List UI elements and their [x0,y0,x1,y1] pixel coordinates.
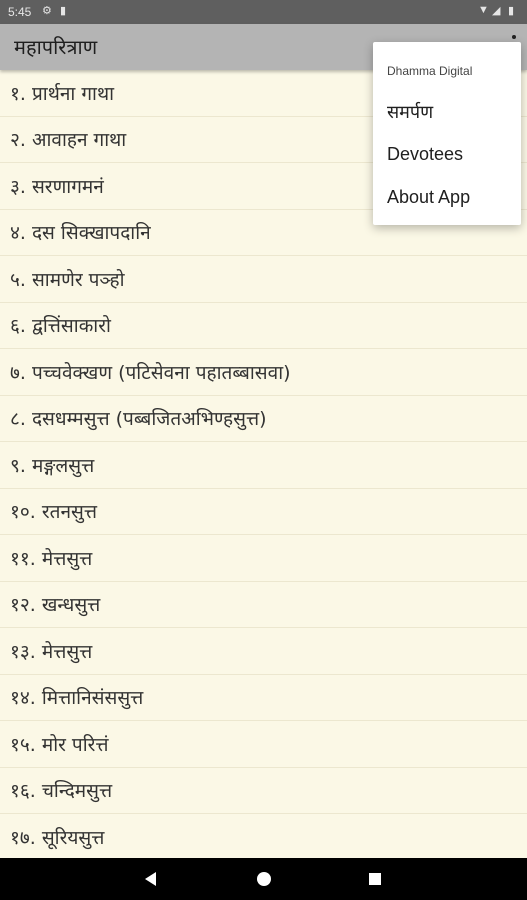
list-item[interactable]: ७. पच्चवेक्खण (पटिसेवना पहातब्बासवा) [0,349,527,396]
list-item[interactable]: १३. मेत्तसुत्त [0,628,527,675]
sd-card-icon: ▮ [60,5,67,17]
list-item[interactable]: १४. मित्तानिसंससुत्त [0,675,527,721]
menu-item-devotees[interactable]: Devotees [387,144,463,165]
nav-bar [0,858,527,900]
list-item[interactable]: १६. चन्दिमसुत्त [0,768,527,814]
overflow-menu: Dhamma Digital समर्पण Devotees About App [373,42,521,225]
recents-icon[interactable] [369,873,381,885]
list-item[interactable]: १७. सूरियसुत्त [0,814,527,861]
menu-item-about-app[interactable]: About App [387,187,470,208]
back-icon[interactable] [145,872,156,886]
menu-item-dedication[interactable]: समर्पण [387,100,433,124]
battery-icon: ▮ [508,5,515,17]
list-item[interactable]: ६. द्वत्तिंसाकारो [0,303,527,349]
wifi-icon: ▼ [478,4,489,16]
signal-icon: ◢ [492,5,501,17]
list-item[interactable]: ८. दसधम्मसुत्त (पब्बजितअभिण्हसुत्त) [0,396,527,442]
home-icon[interactable] [257,872,271,886]
list-item[interactable]: ११. मेत्तसुत्त [0,535,527,582]
status-bar: 5:45 ⚙ ▮ ▼ ◢ ▮ [0,0,527,24]
list-item[interactable]: १५. मोर परित्तं [0,721,527,768]
app-title: महापरित्राण [14,35,98,59]
list-item[interactable]: ५. सामणेर पञ्हो [0,256,527,303]
list-item[interactable]: ९. मङ्गलसुत्त [0,442,527,489]
status-time: 5:45 [8,5,32,19]
list-item[interactable]: १२. खन्धसुत्त [0,582,527,628]
gear-icon: ⚙ [42,5,52,17]
menu-header: Dhamma Digital [387,64,473,78]
list-item[interactable]: १०. रतनसुत्त [0,489,527,535]
